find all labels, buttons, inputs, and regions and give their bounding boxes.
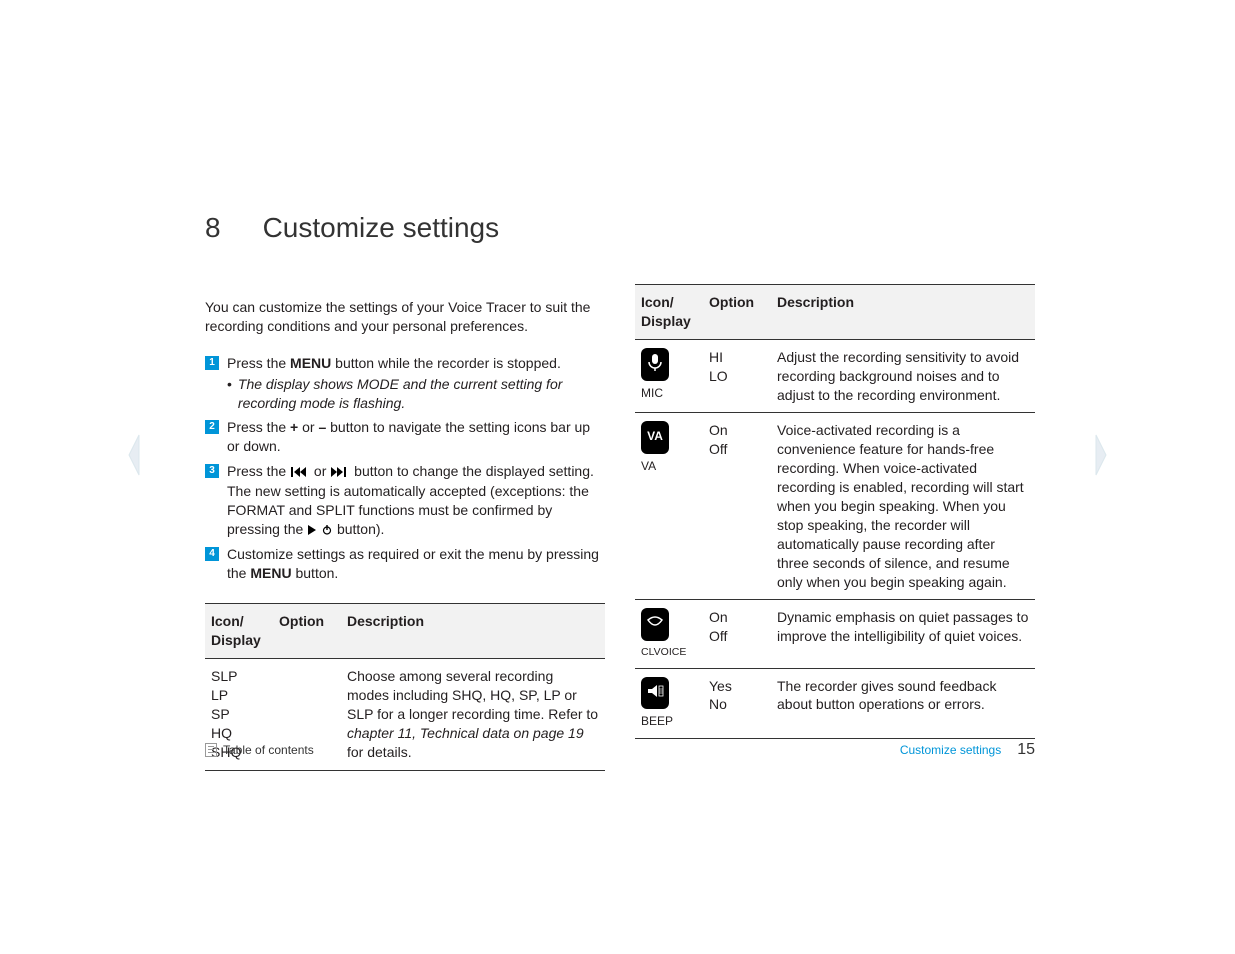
step-4: 4 Customize settings as required or exit… bbox=[205, 545, 605, 583]
page-footer: Table of contents Customize settings 15 bbox=[205, 741, 1035, 759]
chapter-heading: 8 Customize settings bbox=[205, 212, 1035, 244]
option-cell: OnOff bbox=[703, 600, 771, 668]
footer-section-link[interactable]: Customize settings bbox=[900, 743, 1001, 757]
th-description: Description bbox=[341, 604, 605, 659]
table-row: VA VA OnOff Voice-activated recording is… bbox=[635, 413, 1035, 600]
toc-label: Table of contents bbox=[223, 743, 314, 757]
step-number: 2 bbox=[205, 420, 219, 434]
toc-icon bbox=[205, 743, 217, 757]
step-2: 2 Press the + or – button to navigate th… bbox=[205, 418, 605, 456]
option-cell: HILO bbox=[703, 339, 771, 413]
th-option: Option bbox=[703, 285, 771, 340]
intro-text: You can customize the settings of your V… bbox=[205, 298, 605, 336]
settings-table-right: Icon/ Display Option Description MIC bbox=[635, 284, 1035, 739]
step-number: 4 bbox=[205, 547, 219, 561]
toc-link[interactable]: Table of contents bbox=[205, 743, 314, 757]
left-column: You can customize the settings of your V… bbox=[205, 284, 605, 771]
svg-text:VA: VA bbox=[647, 429, 663, 443]
step-1: 1 Press the MENU button while the record… bbox=[205, 354, 605, 413]
next-page-arrow[interactable] bbox=[1087, 425, 1115, 485]
step-number: 1 bbox=[205, 356, 219, 370]
desc-cell: Dynamic emphasis on quiet passages to im… bbox=[771, 600, 1035, 668]
clvoice-icon bbox=[641, 608, 669, 641]
option-cell: YesNo bbox=[703, 668, 771, 738]
rewind-icon bbox=[291, 463, 309, 482]
option-cell: OnOff bbox=[703, 413, 771, 600]
prev-page-arrow[interactable] bbox=[120, 425, 148, 485]
desc-cell: The recorder gives sound feedback about … bbox=[771, 668, 1035, 738]
table-row: BEEP YesNo The recorder gives sound feed… bbox=[635, 668, 1035, 738]
desc-cell: Adjust the recording sensitivity to avoi… bbox=[771, 339, 1035, 413]
th-icon: Icon/ Display bbox=[635, 285, 703, 340]
chapter-number: 8 bbox=[205, 212, 221, 244]
mic-icon bbox=[641, 348, 669, 381]
desc-cell: Voice-activated recording is a convenien… bbox=[771, 413, 1035, 600]
th-description: Description bbox=[771, 285, 1035, 340]
step-3: 3 Press the or button to change the disp… bbox=[205, 462, 605, 539]
chapter-title: Customize settings bbox=[263, 212, 500, 244]
play-icon bbox=[308, 521, 316, 540]
step-sub: The display shows MODE and the current s… bbox=[227, 375, 605, 413]
step-number: 3 bbox=[205, 464, 219, 478]
th-option: Option bbox=[273, 604, 341, 659]
right-column: Icon/ Display Option Description MIC bbox=[635, 284, 1035, 771]
va-icon: VA bbox=[641, 421, 669, 454]
table-row: CLVOICE OnOff Dynamic emphasis on quiet … bbox=[635, 600, 1035, 668]
table-row: MIC HILO Adjust the recording sensitivit… bbox=[635, 339, 1035, 413]
beep-icon bbox=[641, 677, 669, 710]
page-number: 15 bbox=[1017, 741, 1035, 759]
power-icon bbox=[322, 521, 332, 540]
manual-page: 8 Customize settings You can customize t… bbox=[0, 0, 1235, 954]
th-icon: Icon/ Display bbox=[205, 604, 273, 659]
forward-icon bbox=[331, 463, 349, 482]
steps-list: 1 Press the MENU button while the record… bbox=[205, 354, 605, 583]
